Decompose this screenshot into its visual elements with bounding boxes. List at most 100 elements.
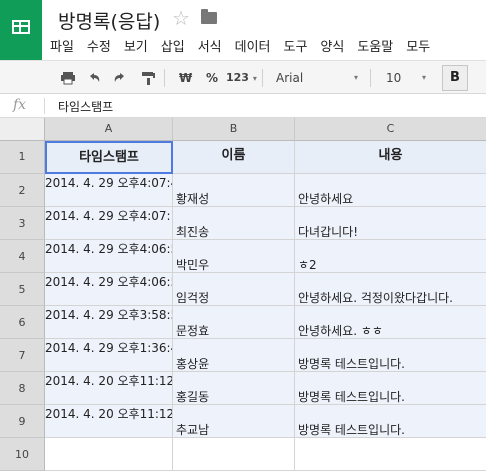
formula-input[interactable]: 타임스탬프 [58, 98, 113, 115]
redo-icon[interactable] [112, 67, 128, 89]
menu-file[interactable]: 파일 [50, 36, 74, 56]
row-header[interactable]: 5 [0, 273, 45, 306]
row-header[interactable]: 10 [0, 438, 45, 471]
cell-header-timestamp[interactable]: 타임스탬프 [45, 141, 173, 174]
cell-name[interactable]: 추교남 [173, 405, 295, 438]
row-header[interactable]: 1 [0, 141, 45, 174]
cell-content[interactable]: 방명록 테스트입니다. [295, 339, 486, 372]
toolbar-divider [164, 69, 165, 87]
cell-content[interactable]: 방명록 테스트입니다. [295, 405, 486, 438]
bold-button[interactable]: B [442, 65, 468, 91]
row-header[interactable]: 6 [0, 306, 45, 339]
menu-all[interactable]: 모두 [406, 36, 430, 56]
column-header-b[interactable]: B [173, 118, 295, 141]
menu-edit[interactable]: 수정 [87, 36, 111, 56]
cell-content[interactable]: ㅎ2 [295, 240, 486, 273]
timestamp-date: 2014. 4. 29 오후 [45, 242, 140, 256]
number-format-dropdown[interactable]: 123 ▾ [226, 67, 257, 89]
cell-timestamp[interactable]: 2014. 4. 29 오후3:58:57 [45, 306, 173, 339]
cell-name[interactable]: 문정효 [173, 306, 295, 339]
app-header: 방명록(응답) ☆ 파일 수정 보기 삽입 서식 데이터 도구 양식 도움말 모… [0, 0, 486, 60]
formula-bar: fx 타임스탬프 [0, 94, 486, 118]
percent-format-button[interactable]: % [206, 67, 218, 89]
timestamp-time: 1:36:43 [139, 341, 172, 355]
spreadsheet-grid: A B C 1 2 3 4 5 6 7 8 9 10 타임스탬프 이름 내용 2… [0, 118, 486, 471]
document-title[interactable]: 방명록(응답) [58, 7, 160, 34]
font-size-value: 10 [386, 71, 402, 85]
folder-icon[interactable] [201, 9, 217, 24]
cell-name[interactable]: 홍상윤 [173, 339, 295, 372]
star-icon[interactable]: ☆ [172, 6, 190, 30]
menu-data[interactable]: 데이터 [235, 36, 271, 56]
row-header[interactable]: 2 [0, 174, 45, 207]
print-icon[interactable] [60, 67, 76, 89]
row-header[interactable]: 3 [0, 207, 45, 240]
cell-content[interactable]: 안녕하세요. 걱정이왔다갑니다. [295, 273, 486, 306]
font-size-select[interactable]: 10 ▾ [380, 67, 432, 89]
paint-format-icon[interactable] [140, 67, 156, 89]
timestamp-date: 2014. 4. 29 오후 [45, 176, 140, 190]
formula-divider [44, 98, 45, 114]
cell-timestamp[interactable]: 2014. 4. 29 오후1:36:43 [45, 339, 173, 372]
fx-icon: fx [13, 97, 27, 113]
undo-icon[interactable] [86, 67, 102, 89]
timestamp-time: 4:07:47 [139, 176, 172, 190]
menu-help[interactable]: 도움말 [357, 36, 393, 56]
cell-timestamp[interactable]: 2014. 4. 20 오후11:12:37 [45, 372, 173, 405]
cell-name[interactable]: 홍길동 [173, 372, 295, 405]
row-header[interactable]: 9 [0, 405, 45, 438]
menu-insert[interactable]: 삽입 [161, 36, 185, 56]
cell-content[interactable]: 안녕하세요 [295, 174, 486, 207]
timestamp-date: 2014. 4. 29 오후 [45, 275, 140, 289]
cell-name[interactable]: 최진송 [173, 207, 295, 240]
timestamp-time: 3:58:57 [139, 308, 172, 322]
cell-content[interactable]: 방명록 테스트입니다. [295, 372, 486, 405]
cell-name[interactable]: 임걱정 [173, 273, 295, 306]
timestamp-date: 2014. 4. 29 오후 [45, 341, 140, 355]
menu-tools[interactable]: 도구 [284, 36, 308, 56]
timestamp-time: 4:06:53 [139, 275, 172, 289]
cell-content[interactable]: 안녕하세요. ㅎㅎ [295, 306, 486, 339]
font-family-select[interactable]: Arial ▾ [270, 67, 362, 89]
cell-timestamp[interactable]: 2014. 4. 29 오후4:07:47 [45, 174, 173, 207]
cell-name[interactable]: 황재성 [173, 174, 295, 207]
row-header[interactable]: 7 [0, 339, 45, 372]
cell-empty[interactable] [45, 438, 173, 471]
cell-empty[interactable] [173, 438, 295, 471]
timestamp-time: 4:06:53 [139, 242, 172, 256]
cell-content[interactable]: 다녀갑니다! [295, 207, 486, 240]
cell-empty[interactable] [295, 438, 486, 471]
row-header[interactable]: 4 [0, 240, 45, 273]
row-header[interactable]: 8 [0, 372, 45, 405]
menu-format[interactable]: 서식 [198, 36, 222, 56]
font-family-value: Arial [276, 71, 304, 85]
cell-header-content[interactable]: 내용 [295, 141, 486, 174]
cell-timestamp[interactable]: 2014. 4. 29 오후4:07:14 [45, 207, 173, 240]
cell-timestamp[interactable]: 2014. 4. 29 오후4:06:53 [45, 240, 173, 273]
cell-timestamp[interactable]: 2014. 4. 29 오후4:06:53 [45, 273, 173, 306]
sheets-logo-icon[interactable] [0, 0, 42, 60]
timestamp-date: 2014. 4. 20 오후 [45, 374, 140, 388]
chevron-down-icon: ▾ [252, 74, 257, 83]
column-header-a[interactable]: A [45, 118, 173, 141]
currency-format-button[interactable]: ₩ [179, 67, 192, 89]
timestamp-date: 2014. 4. 29 오후 [45, 209, 140, 223]
toolbar: ₩ % 123 ▾ Arial ▾ 10 ▾ B [0, 60, 486, 94]
select-all-corner[interactable] [0, 118, 45, 141]
toolbar-divider [262, 69, 263, 87]
column-header-c[interactable]: C [295, 118, 486, 141]
menu-bar: 파일 수정 보기 삽입 서식 데이터 도구 양식 도움말 모두 [50, 36, 443, 56]
cell-header-name[interactable]: 이름 [173, 141, 295, 174]
timestamp-date: 2014. 4. 20 오후 [45, 407, 140, 421]
number-format-label: 123 [226, 71, 249, 84]
cell-timestamp[interactable]: 2014. 4. 20 오후11:12:25 [45, 405, 173, 438]
chevron-down-icon: ▾ [421, 73, 426, 82]
cell-name[interactable]: 박민우 [173, 240, 295, 273]
timestamp-time: 11:12:37 [139, 374, 172, 388]
timestamp-date: 2014. 4. 29 오후 [45, 308, 140, 322]
timestamp-time: 4:07:14 [139, 209, 172, 223]
chevron-down-icon: ▾ [353, 73, 358, 82]
timestamp-time: 11:12:25 [139, 407, 172, 421]
menu-view[interactable]: 보기 [124, 36, 148, 56]
menu-form[interactable]: 양식 [320, 36, 344, 56]
